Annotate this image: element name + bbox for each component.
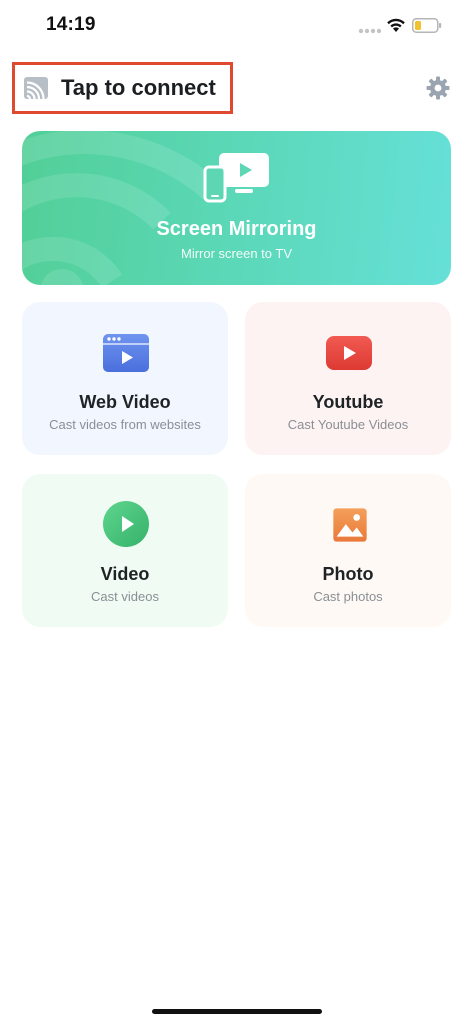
video-tile[interactable]: Video Cast videos bbox=[22, 474, 228, 627]
photo-subtitle: Cast photos bbox=[313, 589, 383, 604]
tap-to-connect-button[interactable]: Tap to connect bbox=[12, 62, 233, 114]
connect-label: Tap to connect bbox=[61, 75, 216, 100]
cellular-signal-icon bbox=[358, 28, 382, 34]
browser-play-icon bbox=[103, 334, 149, 372]
youtube-title: Youtube bbox=[312, 392, 384, 412]
photo-tile[interactable]: Photo Cast photos bbox=[245, 474, 451, 627]
video-subtitle: Cast videos bbox=[91, 589, 159, 604]
youtube-tile[interactable]: Youtube Cast Youtube Videos bbox=[245, 302, 451, 455]
web-video-subtitle: Cast videos from websites bbox=[49, 417, 201, 432]
gear-icon[interactable] bbox=[426, 76, 450, 100]
status-bar: 14:19 bbox=[0, 0, 473, 54]
mirroring-title: Screen Mirroring bbox=[156, 218, 317, 240]
screen: 14:19 Tap to connect Screen Mirroring Mi… bbox=[0, 0, 473, 1024]
video-title: Video bbox=[100, 564, 150, 584]
wifi-icon bbox=[387, 18, 405, 32]
photo-title: Photo bbox=[322, 564, 374, 584]
battery-icon bbox=[412, 18, 442, 33]
image-icon bbox=[333, 508, 367, 542]
cast-icon bbox=[24, 77, 48, 100]
phone-tv-icon bbox=[203, 153, 269, 203]
screen-mirroring-card[interactable]: Screen Mirroring Mirror screen to TV bbox=[22, 131, 451, 285]
web-video-title: Web Video bbox=[79, 392, 171, 412]
play-circle-icon bbox=[103, 501, 149, 547]
web-video-tile[interactable]: Web Video Cast videos from websites bbox=[22, 302, 228, 455]
status-time: 14:19 bbox=[46, 14, 96, 35]
youtube-subtitle: Cast Youtube Videos bbox=[287, 417, 409, 432]
youtube-icon bbox=[326, 336, 372, 370]
home-indicator[interactable] bbox=[152, 1009, 322, 1014]
mirroring-subtitle: Mirror screen to TV bbox=[180, 246, 292, 261]
